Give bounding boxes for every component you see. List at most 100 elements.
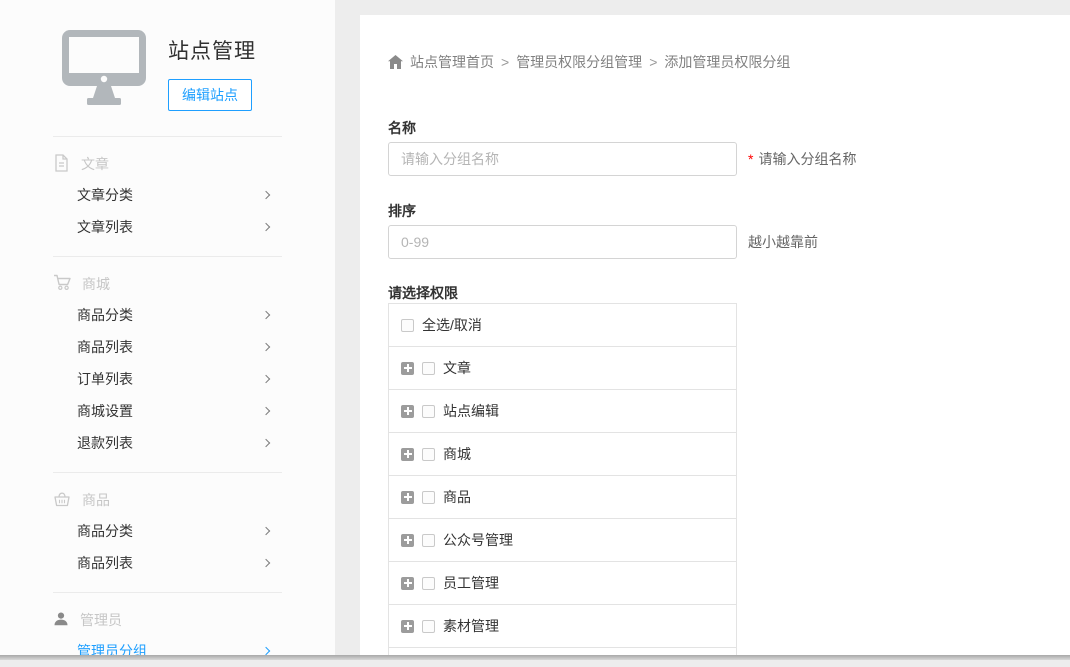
sidebar-section-products: 商品 bbox=[0, 489, 335, 511]
divider bbox=[53, 592, 282, 593]
sidebar: 站点管理 编辑站点 文章 文章分类 文章列表 bbox=[0, 0, 335, 660]
sidebar-item-label: 订单列表 bbox=[77, 369, 133, 389]
home-icon bbox=[388, 55, 403, 69]
sort-field-label: 排序 bbox=[388, 201, 1070, 217]
permission-checkbox[interactable] bbox=[422, 534, 435, 547]
permission-label: 商城 bbox=[443, 444, 471, 464]
sidebar-item-label: 商品分类 bbox=[77, 521, 133, 541]
sidebar-item-refund-list[interactable]: 退款列表 bbox=[77, 427, 269, 459]
expand-plus-icon[interactable] bbox=[401, 577, 414, 590]
sidebar-section-articles: 文章 bbox=[0, 153, 335, 175]
monitor-icon bbox=[62, 30, 146, 111]
breadcrumb-item-group-management[interactable]: 管理员权限分组管理 bbox=[516, 52, 642, 72]
permission-checkbox[interactable] bbox=[422, 362, 435, 375]
expand-plus-icon[interactable] bbox=[401, 448, 414, 461]
required-mark: * bbox=[748, 151, 753, 167]
breadcrumb-item-current: 添加管理员权限分组 bbox=[664, 52, 790, 72]
sidebar-section-label: 商城 bbox=[82, 274, 110, 294]
sort-order-input[interactable] bbox=[388, 225, 737, 259]
chevron-right-icon bbox=[262, 647, 270, 655]
permission-checkbox[interactable] bbox=[422, 620, 435, 633]
chevron-right-icon bbox=[262, 407, 270, 415]
permissions-label: 请选择权限 bbox=[388, 283, 1070, 299]
breadcrumb: 站点管理首页 > 管理员权限分组管理 > 添加管理员权限分组 bbox=[388, 15, 1070, 72]
permission-row-official-account: 公众号管理 bbox=[389, 519, 736, 562]
permission-checkbox[interactable] bbox=[422, 577, 435, 590]
permission-label: 员工管理 bbox=[443, 573, 499, 593]
permission-checkbox[interactable] bbox=[422, 405, 435, 418]
sidebar-section-label: 商品 bbox=[82, 490, 110, 510]
name-field-hint: *请输入分组名称 bbox=[748, 149, 856, 169]
select-all-label: 全选/取消 bbox=[422, 315, 482, 335]
sidebar-section-label: 文章 bbox=[81, 154, 109, 174]
expand-plus-icon[interactable] bbox=[401, 405, 414, 418]
breadcrumb-item-home[interactable]: 站点管理首页 bbox=[410, 52, 494, 72]
permission-checkbox[interactable] bbox=[422, 448, 435, 461]
sidebar-section-admin: 管理员 bbox=[0, 609, 335, 631]
chevron-right-icon bbox=[262, 375, 270, 383]
sidebar-item-label: 文章列表 bbox=[77, 217, 133, 237]
name-field-label: 名称 bbox=[388, 118, 1070, 134]
person-icon bbox=[53, 611, 69, 630]
sort-field-hint: 越小越靠前 bbox=[748, 232, 818, 252]
expand-plus-icon[interactable] bbox=[401, 534, 414, 547]
permission-checkbox[interactable] bbox=[422, 491, 435, 504]
sidebar-item-goods-category[interactable]: 商品分类 bbox=[77, 299, 269, 331]
edit-site-button[interactable]: 编辑站点 bbox=[168, 79, 252, 111]
sidebar-item-label: 商品分类 bbox=[77, 305, 133, 325]
permission-label: 公众号管理 bbox=[443, 530, 513, 550]
sidebar-item-article-list[interactable]: 文章列表 bbox=[77, 211, 269, 243]
page-title: 站点管理 bbox=[168, 35, 256, 65]
permission-row-products: 商品 bbox=[389, 476, 736, 519]
expand-plus-icon[interactable] bbox=[401, 491, 414, 504]
sidebar-item-label: 文章分类 bbox=[77, 185, 133, 205]
sidebar-item-product-category[interactable]: 商品分类 bbox=[77, 515, 269, 547]
sidebar-item-admin-group[interactable]: 管理员分组 bbox=[77, 635, 269, 667]
cart-icon bbox=[53, 274, 71, 294]
sidebar-item-mall-settings[interactable]: 商城设置 bbox=[77, 395, 269, 427]
chevron-right-icon bbox=[262, 559, 270, 567]
chevron-right-icon bbox=[262, 223, 270, 231]
sidebar-item-label: 商品列表 bbox=[77, 337, 133, 357]
site-header: 站点管理 编辑站点 bbox=[0, 0, 335, 111]
chevron-right-icon bbox=[262, 191, 270, 199]
permission-row-staff: 员工管理 bbox=[389, 562, 736, 605]
select-all-checkbox[interactable] bbox=[401, 319, 414, 332]
chevron-right-icon bbox=[262, 439, 270, 447]
sidebar-item-label: 商品列表 bbox=[77, 553, 133, 573]
sidebar-item-article-category[interactable]: 文章分类 bbox=[77, 179, 269, 211]
permission-row-articles: 文章 bbox=[389, 347, 736, 390]
permissions-table: 全选/取消 文章 站点编辑 商城 商品 bbox=[388, 303, 737, 660]
sidebar-item-label: 商城设置 bbox=[77, 401, 133, 421]
permission-label: 文章 bbox=[443, 358, 471, 378]
main-content: 站点管理首页 > 管理员权限分组管理 > 添加管理员权限分组 名称 *请输入分组… bbox=[360, 15, 1070, 660]
sidebar-item-order-list[interactable]: 订单列表 bbox=[77, 363, 269, 395]
add-group-form: 名称 *请输入分组名称 排序 越小越靠前 请选择权限 全选/取消 文章 bbox=[388, 118, 1070, 660]
sidebar-item-goods-list[interactable]: 商品列表 bbox=[77, 331, 269, 363]
expand-plus-icon[interactable] bbox=[401, 620, 414, 633]
chevron-right-icon bbox=[262, 527, 270, 535]
select-all-row: 全选/取消 bbox=[389, 304, 736, 347]
divider bbox=[53, 136, 282, 137]
sidebar-section-mall: 商城 bbox=[0, 273, 335, 295]
expand-plus-icon[interactable] bbox=[401, 362, 414, 375]
window-bottom-edge bbox=[0, 655, 1070, 660]
sidebar-item-product-list[interactable]: 商品列表 bbox=[77, 547, 269, 579]
divider bbox=[53, 472, 282, 473]
breadcrumb-separator: > bbox=[649, 54, 657, 70]
sidebar-section-label: 管理员 bbox=[80, 610, 122, 630]
basket-icon bbox=[53, 491, 71, 510]
breadcrumb-separator: > bbox=[501, 54, 509, 70]
document-icon bbox=[53, 154, 70, 175]
group-name-input[interactable] bbox=[388, 142, 737, 176]
permission-label: 素材管理 bbox=[443, 616, 499, 636]
divider bbox=[53, 256, 282, 257]
sidebar-item-label: 退款列表 bbox=[77, 433, 133, 453]
permission-label: 站点编辑 bbox=[443, 401, 499, 421]
permission-row-site-edit: 站点编辑 bbox=[389, 390, 736, 433]
chevron-right-icon bbox=[262, 311, 270, 319]
chevron-right-icon bbox=[262, 343, 270, 351]
permission-label: 商品 bbox=[443, 487, 471, 507]
permission-row-material: 素材管理 bbox=[389, 605, 736, 648]
permission-row-mall: 商城 bbox=[389, 433, 736, 476]
